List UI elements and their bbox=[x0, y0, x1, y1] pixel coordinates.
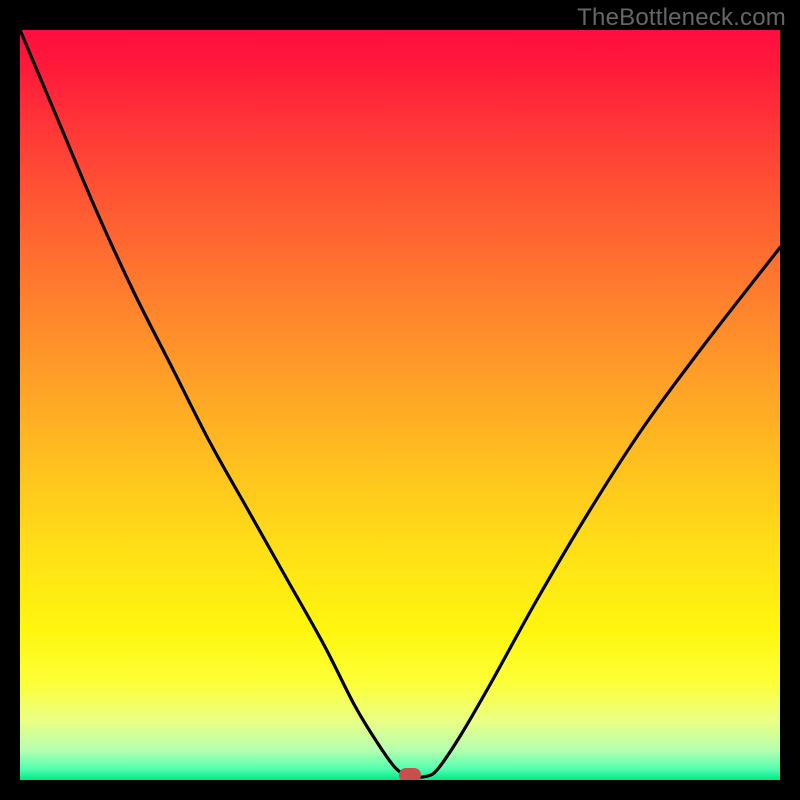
bottleneck-curve bbox=[20, 30, 780, 780]
optimal-point-marker bbox=[399, 768, 421, 780]
watermark-text: TheBottleneck.com bbox=[577, 4, 786, 32]
plot-area bbox=[20, 30, 780, 780]
chart-frame: TheBottleneck.com bbox=[0, 0, 800, 800]
